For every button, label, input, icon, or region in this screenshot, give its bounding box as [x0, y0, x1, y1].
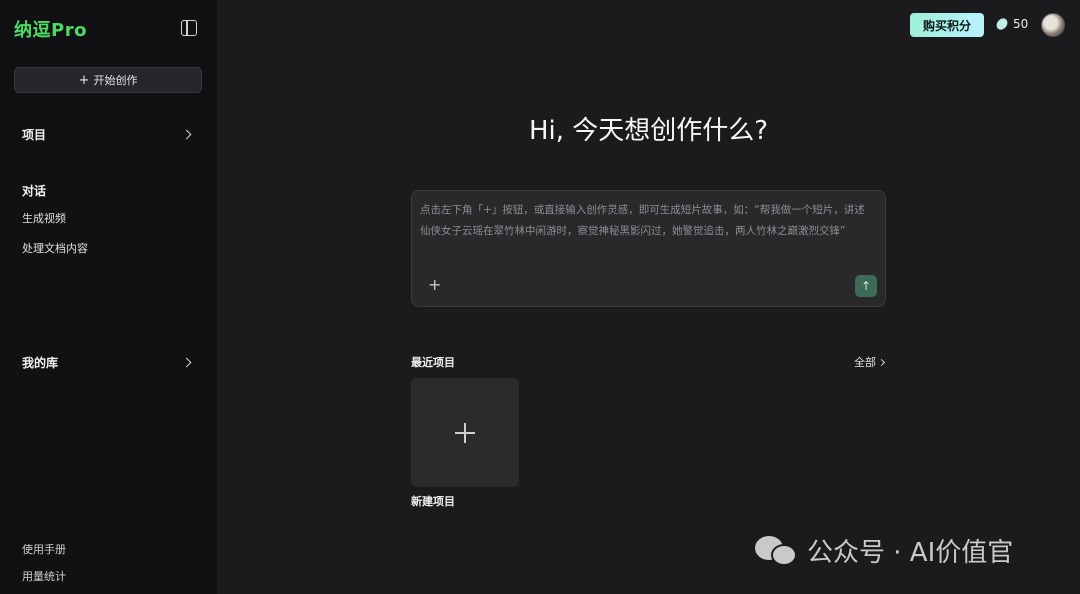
credits-display: 50 — [994, 16, 1029, 32]
sidebar-item-projects[interactable]: 项目 — [22, 126, 194, 143]
watermark-text: 公众号 · AI价值官 — [807, 538, 1014, 568]
bean-icon — [994, 16, 1010, 32]
credits-count: 50 — [1013, 17, 1029, 31]
sidebar-item-manual[interactable]: 使用手册 — [22, 541, 66, 557]
sidebar-item-my-library[interactable]: 我的库 — [22, 354, 194, 371]
chevron-right-icon — [877, 358, 886, 366]
avatar[interactable] — [1041, 13, 1065, 37]
prompt-placeholder: 点击左下角「+」按钮，或直接输入创作灵感，即可生成短片故事，如：“帮我做一个短片… — [420, 204, 865, 237]
plus-icon-stroke — [464, 423, 466, 443]
chevron-right-icon — [181, 129, 192, 140]
view-all-link[interactable]: 全部 — [854, 354, 886, 370]
wechat-icon — [755, 534, 799, 568]
arrow-up-icon: ↑ — [860, 279, 872, 293]
sidebar: 纳逗Pro + 开始创作 项目 对话 生成视频 处理文档内容 我的库 使用手册 … — [0, 0, 217, 594]
start-creating-label: 开始创作 — [93, 74, 138, 87]
new-project-label: 新建项目 — [411, 495, 455, 508]
add-attachment-icon[interactable]: + — [428, 277, 441, 293]
chevron-right-icon — [181, 357, 192, 368]
sidebar-item-generate-video[interactable]: 生成视频 — [22, 210, 66, 226]
app-logo[interactable]: 纳逗Pro — [14, 16, 87, 42]
sidebar-toggle-icon[interactable] — [181, 20, 197, 36]
start-creating-button[interactable]: + 开始创作 — [14, 67, 202, 93]
prompt-input[interactable]: 点击左下角「+」按钮，或直接输入创作灵感，即可生成短片故事，如：“帮我做一个短片… — [411, 190, 886, 307]
page-title: Hi, 今天想创作什么? — [528, 116, 769, 146]
sidebar-item-process-docs[interactable]: 处理文档内容 — [22, 240, 88, 256]
new-project-card[interactable] — [411, 378, 519, 487]
view-all-label: 全部 — [854, 356, 876, 369]
sidebar-item-usage[interactable]: 用量统计 — [22, 568, 66, 584]
library-label: 我的库 — [22, 356, 59, 370]
recent-projects-heading: 最近项目 — [411, 356, 455, 369]
watermark: 公众号 · AI价值官 — [755, 532, 1013, 569]
send-button[interactable]: ↑ — [855, 275, 877, 297]
plus-icon: + — [78, 72, 90, 88]
chat-section-heading: 对话 — [22, 184, 47, 198]
projects-label: 项目 — [22, 128, 47, 142]
buy-credits-button[interactable]: 购买积分 — [910, 13, 984, 37]
